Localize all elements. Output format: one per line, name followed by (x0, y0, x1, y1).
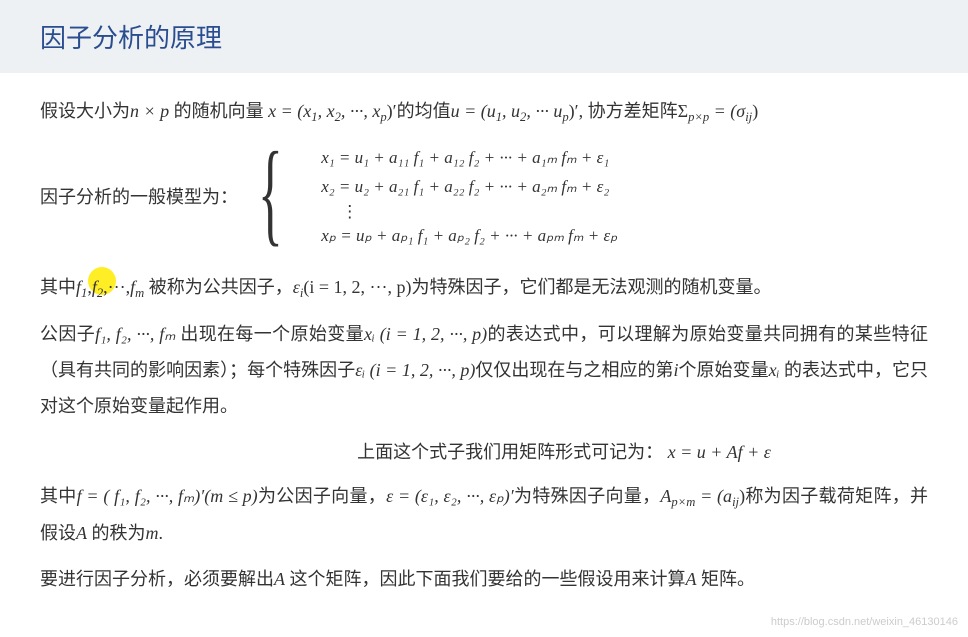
math-A: Ap×m = (aij) (660, 486, 745, 506)
model-label: 因子分析的一般模型为： (40, 179, 238, 215)
text: 为特殊因子，它们都是无法观测的随机变量。 (411, 277, 771, 297)
text: 这个矩阵，因此下面我们要给的一些假设用来计算 (285, 569, 686, 589)
paragraph-vectors: 其中f = ( f₁, f₂, ···, fₘ)′(m ≤ p)为公因子向量，ε… (40, 478, 928, 551)
paragraph-matrix-form: 上面这个式子我们用矩阵形式可记为： x = u + Af + ε (40, 434, 928, 470)
equation-system: x₁ = u₁ + a₁₁ f₁ + a₁₂ f₂ + ··· + a₁ₘ fₘ… (321, 145, 617, 249)
text: 上面这个式子我们用矩阵形式可记为： (357, 442, 663, 462)
text: 的均值 (397, 101, 451, 121)
math-epsi: εi(i = 1, 2, ···, p) (293, 277, 412, 297)
text: 其中 (40, 486, 77, 506)
text: 出现在每一个原始变量 (175, 324, 364, 344)
paragraph-common-factor: 其中f1,f2,···,fm 被称为公共因子，εi(i = 1, 2, ···,… (40, 269, 928, 306)
equation-2: x₂ = u₂ + a₂₁ f₁ + a₂₂ f₂ + ··· + a₂ₘ fₘ… (321, 174, 617, 200)
paragraph-assumption: 假设大小为n × p 的随机向量 x = (x1, x2, ···, xp)′的… (40, 93, 928, 130)
math-fm: fm (130, 277, 144, 297)
math-xvec: x = (x1, x2, ···, xp)′ (268, 101, 396, 121)
watermark: https://blog.csdn.net/weixin_46130146 (771, 611, 958, 633)
math-A-solve2: A (686, 569, 697, 589)
math-m: m (146, 523, 159, 543)
text: 为公因子向量， (258, 486, 386, 506)
text: 仅仅出现在与之相应的第 (475, 360, 673, 380)
math-sigma: Σp×p = (σij) (678, 101, 759, 121)
paragraph-explanation: 公因子f₁, f₂, ···, fₘ 出现在每一个原始变量xᵢ (i = 1, … (40, 316, 928, 424)
vdots-icon: ⋮ (321, 204, 617, 219)
math-np: n × p (130, 101, 169, 121)
text: 个原始变量 (679, 360, 769, 380)
text: 协方差矩阵 (588, 101, 678, 121)
text: 假设大小为 (40, 101, 130, 121)
equation-1: x₁ = u₁ + a₁₁ f₁ + a₁₂ f₂ + ··· + a₁ₘ fₘ… (321, 145, 617, 171)
paragraph-solve: 要进行因子分析，必须要解出A 这个矩阵，因此下面我们要给的一些假设用来计算A 矩… (40, 561, 928, 597)
equation-p: xₚ = uₚ + aₚ₁ f₁ + aₚ₂ f₂ + ··· + aₚₘ fₘ… (321, 223, 617, 249)
text: 的秩为 (87, 523, 146, 543)
math-fvec: f = ( f₁, f₂, ···, fₘ)′(m ≤ p) (77, 486, 258, 506)
math-eps-i: εᵢ (i = 1, 2, ···, p) (355, 360, 475, 380)
math-f1: f1 (76, 277, 87, 297)
text: 被称为公共因子， (144, 277, 293, 297)
math-epsvec: ε = (ε₁, ε₂, ···, εₚ)′ (386, 486, 514, 506)
text: 要进行因子分析，必须要解出 (40, 569, 274, 589)
text: 其中 (40, 277, 76, 297)
text: 的随机向量 (169, 101, 268, 121)
math-uvec: u = (u1, u2, ··· up)′, (451, 101, 588, 121)
page-title: 因子分析的原理 (0, 0, 968, 73)
text: 公因子 (40, 324, 95, 344)
brace-icon: { (258, 141, 283, 245)
math-matrix-eq: x = u + Af + ε (668, 442, 771, 462)
text: 矩阵。 (697, 569, 756, 589)
math-A2: A (76, 523, 87, 543)
highlight-f2: f2,···, (92, 269, 130, 306)
math-flist: f₁, f₂, ···, fₘ (95, 324, 175, 344)
math-A-solve: A (274, 569, 285, 589)
math-xi2: xᵢ (769, 360, 780, 380)
math-xi: xᵢ (i = 1, 2, ···, p) (364, 324, 487, 344)
model-equations: 因子分析的一般模型为： { x₁ = u₁ + a₁₁ f₁ + a₁₂ f₂ … (40, 145, 928, 249)
text: 为特殊因子向量， (514, 486, 661, 506)
text: . (159, 523, 164, 543)
document-body: 假设大小为n × p 的随机向量 x = (x1, x2, ···, xp)′的… (0, 73, 968, 637)
